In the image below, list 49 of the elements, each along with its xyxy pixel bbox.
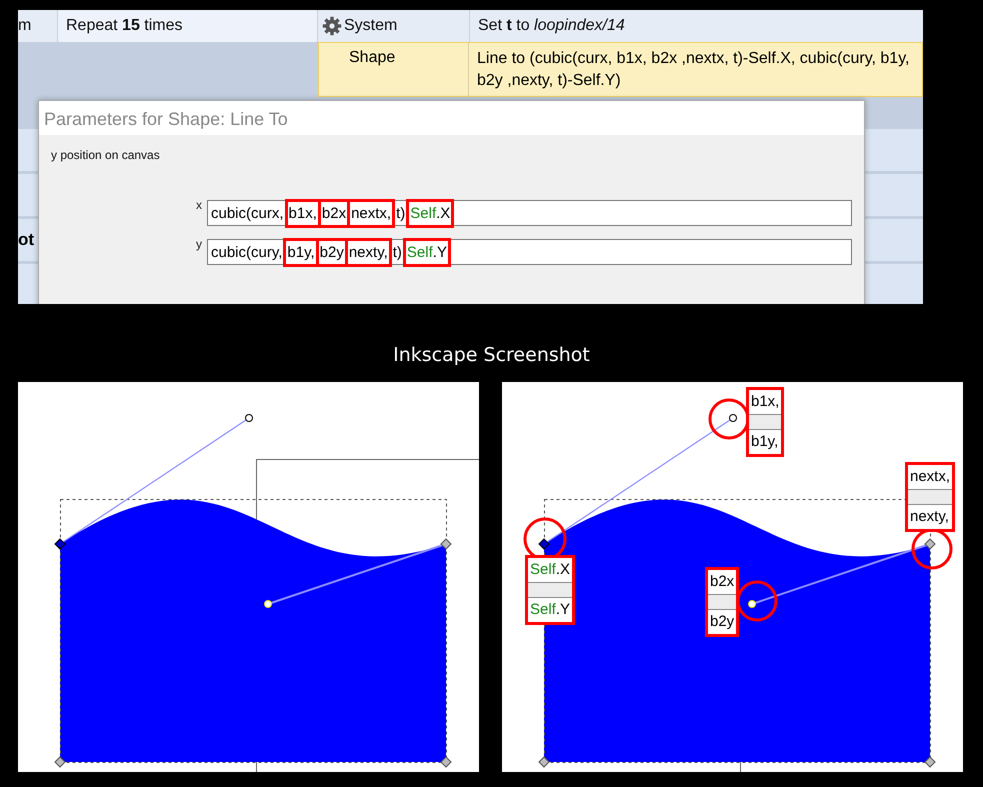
selected-node[interactable] [54, 538, 66, 550]
expression-term: Self.X [409, 202, 452, 224]
expression-field[interactable]: cubic(curx, b1x, b2x nextx, t) Self.X [207, 200, 852, 226]
node-handle[interactable] [440, 756, 452, 768]
callout-text: b1y, [750, 432, 780, 452]
gear-icon [322, 16, 342, 36]
selected-node[interactable] [538, 538, 550, 550]
callout-text: Self.X [529, 560, 572, 580]
callout-text: b2y [709, 612, 736, 632]
field-label: x [196, 198, 202, 212]
caption: Inkscape Screenshot [392, 343, 591, 368]
parameter-description: y position on canvas [51, 148, 161, 162]
event-text: ot [18, 230, 34, 250]
expression-term: nextx, [350, 202, 392, 224]
expression-term: b2x [320, 202, 348, 224]
separator-band [908, 489, 952, 505]
node-handle[interactable] [54, 756, 66, 768]
expression-term: nexty, [348, 240, 389, 264]
expression-field[interactable]: cubic(cury, b1y, b2y nexty, t) Self.Y [207, 239, 852, 265]
object-name: Shape [319, 43, 469, 96]
node-handle[interactable] [440, 538, 452, 550]
field-label: y [196, 237, 202, 251]
callout-text: Self.Y [529, 600, 572, 620]
control-handle[interactable] [245, 414, 253, 422]
node-handle[interactable] [538, 756, 550, 768]
expression-term: Self.Y [406, 240, 448, 264]
control-handle[interactable] [729, 414, 737, 422]
object-name: System [344, 17, 398, 35]
callout-text: b1x, [750, 392, 780, 412]
callout-text: nexty, [909, 507, 950, 527]
condition-cell[interactable]: Repeat 15 times [58, 10, 318, 42]
expression-term: cubic(cury, [210, 244, 284, 260]
action-row[interactable]: Shape Line to (cubic(curx, b1x, b2x ,nextx, t)-Self.X, cubic(cury, b1y, b2y ,nexty, t)-Self.Y) [318, 42, 923, 97]
expression-term: t) [392, 244, 403, 260]
separator-band [708, 594, 736, 610]
callout-text: nextx, [909, 467, 952, 487]
node-handle[interactable] [924, 538, 936, 550]
separator-band [749, 414, 782, 430]
expression-term: b2y [318, 240, 345, 264]
expression-term: cubic(curx, [210, 204, 285, 222]
action-text: Line to (cubic(curx, b1x, b2x ,nextx, t)-Self.X, cubic(cury, b1y, b2y ,nexty, t)-Self.Y) [476, 49, 910, 91]
expression-term: b1x, [288, 202, 318, 224]
action-cell[interactable]: Set t to loopindex/14 [470, 10, 923, 42]
callout-text: b2x [709, 572, 736, 592]
expression-term: b1y, [286, 240, 316, 264]
expression-term: t) [395, 204, 406, 222]
node-handle[interactable] [924, 756, 936, 768]
dialog-title: Parameters for Shape: Line To [39, 101, 864, 135]
separator-band [528, 582, 572, 598]
